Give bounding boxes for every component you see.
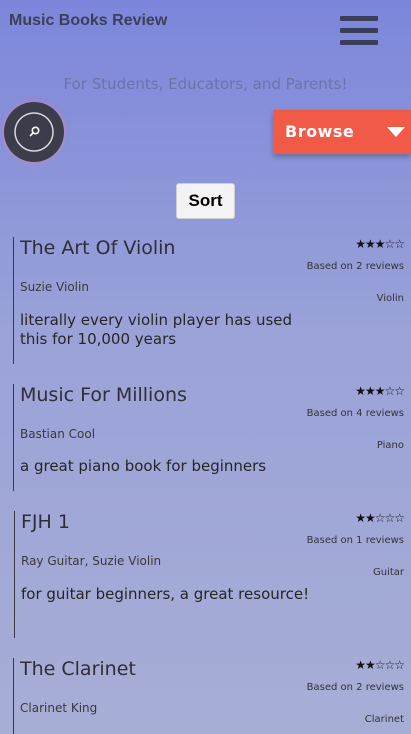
review-count: Based on 1 reviews <box>306 535 404 546</box>
review-card[interactable]: Music For Millions Bastian Cool a great … <box>13 384 406 491</box>
book-summary: literally every violin player has used t… <box>20 311 293 348</box>
review-card[interactable]: The Clarinet Clarinet King ★★☆☆☆ Based o… <box>13 658 406 734</box>
menu-bar <box>340 40 378 45</box>
sort-button[interactable]: Sort <box>176 183 235 219</box>
book-title[interactable]: The Clarinet <box>20 658 136 680</box>
book-author: Clarinet King <box>20 701 98 715</box>
instrument-tag[interactable]: Guitar <box>373 567 404 578</box>
book-summary: for guitar beginners, a great resource! <box>21 585 310 603</box>
star-rating-icon: ★★★☆☆ <box>355 384 405 398</box>
review-count: Based on 4 reviews <box>306 408 404 419</box>
book-title[interactable]: Music For Millions <box>20 384 187 406</box>
menu-bar <box>340 16 378 21</box>
star-rating-icon: ★★☆☆☆ <box>355 658 405 672</box>
book-author: Bastian Cool <box>20 427 96 441</box>
book-summary: a great piano book for beginners <box>20 457 267 475</box>
instrument-tag[interactable]: Piano <box>377 440 404 451</box>
review-count: Based on 2 reviews <box>306 261 404 272</box>
instrument-tag[interactable]: Clarinet <box>365 714 404 725</box>
star-rating-icon: ★★★☆☆ <box>355 237 405 251</box>
browse-button[interactable]: Browse <box>273 110 411 154</box>
tagline: For Students, Educators, and Parents! <box>63 75 348 93</box>
book-title[interactable]: The Art Of Violin <box>20 237 175 259</box>
browse-label: Browse <box>285 122 355 141</box>
book-author: Ray Guitar, Suzie Violin <box>21 554 162 568</box>
instrument-tag[interactable]: Violin <box>377 293 404 304</box>
hamburger-menu-icon[interactable] <box>340 16 378 46</box>
review-card[interactable]: The Art Of Violin Suzie Violin literally… <box>13 237 406 364</box>
book-title[interactable]: FJH 1 <box>21 511 70 533</box>
book-author: Suzie Violin <box>20 280 89 294</box>
menu-bar <box>340 28 378 33</box>
caret-down-icon <box>387 127 405 137</box>
search-button[interactable] <box>4 102 64 162</box>
star-rating-icon: ★★☆☆☆ <box>355 511 405 525</box>
site-title: Music Books Review <box>9 12 168 29</box>
review-count: Based on 2 reviews <box>306 682 404 693</box>
magnifying-glass-icon <box>14 112 54 152</box>
review-card[interactable]: FJH 1 Ray Guitar, Suzie Violin for guita… <box>14 511 406 638</box>
